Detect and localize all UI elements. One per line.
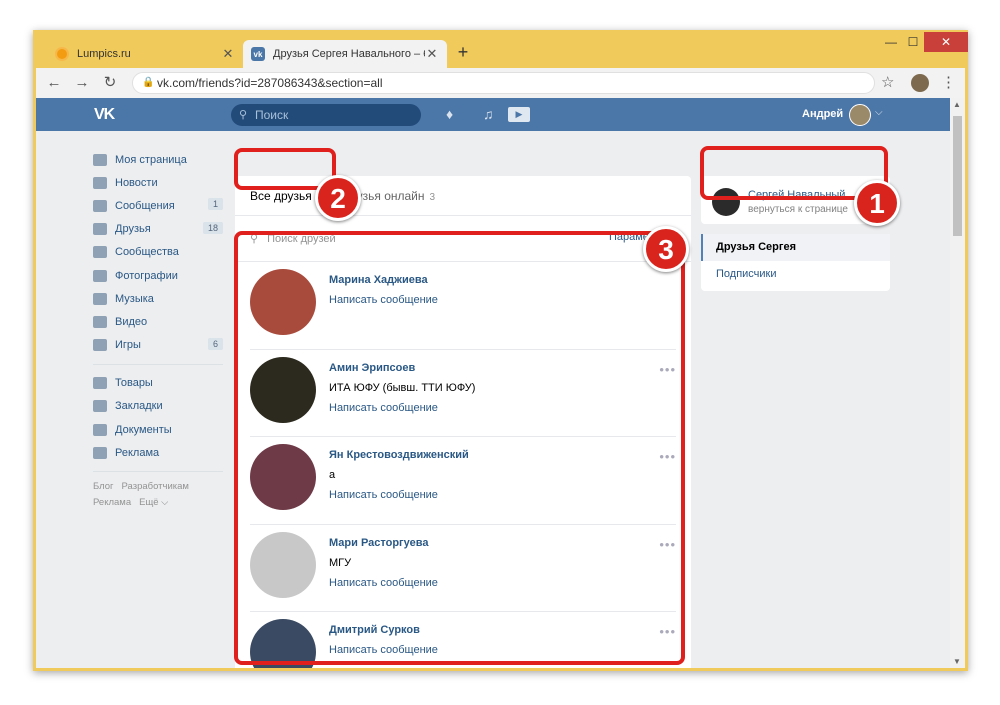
lumpics-favicon-icon [55,47,69,61]
browser-toolbar: ← → ↻ 🔒 vk.com/friends?id=287086343&sect… [36,68,965,98]
annotation-number-1: 1 [854,180,900,226]
menu-item-documents[interactable]: Документы [93,418,223,441]
video-icon [93,315,107,328]
search-placeholder: Поиск [255,108,289,122]
menu-label: Товары [115,377,153,390]
vk-favicon-icon: vk [251,47,265,61]
tab-count: 3 [429,191,436,203]
maximize-button[interactable]: ☐ [902,32,924,52]
vk-search-input[interactable]: ⚲ Поиск [231,104,421,126]
menu-label: Закладки [115,400,163,413]
chevron-down-icon[interactable]: ⌵ [875,107,883,118]
tab-title: Lumpics.ru [77,48,131,60]
menu-label: Документы [115,423,172,436]
menu-item-groups[interactable]: Сообщества [93,241,223,264]
lock-icon: 🔒 [142,77,155,88]
shopping-bag-icon [93,377,107,390]
tab-close-icon[interactable]: ✕ [425,46,439,62]
annotation-box-3 [234,231,685,665]
menu-item-goods[interactable]: Товары [93,372,223,395]
news-icon [93,176,107,189]
menu-item-news[interactable]: Новости [93,171,223,194]
right-nav: Друзья Сергея Подписчики [701,234,890,291]
menu-item-my-page[interactable]: Моя страница [93,148,223,171]
menu-item-ads[interactable]: Реклама [93,441,223,464]
menu-item-photos[interactable]: Фотографии [93,264,223,287]
menu-item-bookmarks[interactable]: Закладки [93,395,223,418]
tab-label: Все друзья [250,188,312,203]
scroll-up-icon[interactable]: ▲ [953,100,961,109]
star-icon [93,400,107,413]
menu-divider [93,471,223,473]
tab-title: Друзья Сергея Навального – 60 [273,48,425,60]
tab-strip: Lumpics.ru ✕ vk Друзья Сергея Навального… [33,30,968,68]
document-icon [93,423,107,436]
header-user-name[interactable]: Андрей [802,108,843,120]
tab-close-icon[interactable]: ✕ [221,46,235,62]
music-note-icon[interactable]: ♫ [483,106,494,122]
address-bar[interactable]: 🔒 vk.com/friends?id=287086343&section=al… [132,72,875,94]
friends-badge: 18 [202,221,223,234]
bell-icon[interactable]: ♦ [446,106,453,122]
search-icon: ⚲ [239,109,248,121]
menu-footer: Блог Разработчикам Реклама Ещё ⌵ [93,479,223,511]
browser-tab-lumpics[interactable]: Lumpics.ru ✕ [47,40,243,68]
annotation-number-2: 2 [315,175,361,221]
games-badge: 6 [207,337,223,350]
scroll-down-icon[interactable]: ▼ [953,657,961,666]
gamepad-icon [93,339,107,352]
vk-header: VK ⚲ Поиск ♦ ♫ ▶ Андрей ⌵ [36,98,950,131]
nav-item-friends-of-sergey[interactable]: Друзья Сергея [701,234,890,261]
footer-link-developers[interactable]: Разработчикам [122,481,189,492]
browser-menu-icon[interactable]: ⋮ [941,73,956,91]
menu-label: Моя страница [115,153,187,166]
nav-item-subscribers[interactable]: Подписчики [701,261,890,288]
menu-item-games[interactable]: Игры 6 [93,334,223,357]
music-icon [93,292,107,305]
profile-avatar[interactable] [911,74,929,92]
menu-label: Музыка [115,292,154,305]
back-button[interactable]: ← [44,73,64,93]
reload-button[interactable]: ↻ [100,73,120,93]
messages-icon [93,199,107,212]
camera-icon [93,269,107,282]
menu-divider [93,363,223,365]
scrollbar-thumb[interactable] [953,116,962,236]
header-avatar[interactable] [849,104,871,126]
footer-link-ads[interactable]: Реклама [93,497,131,508]
menu-item-music[interactable]: Музыка [93,287,223,310]
back-to-page-link[interactable]: вернуться к странице [748,204,848,215]
menu-item-messages[interactable]: Сообщения 1 [93,194,223,217]
play-icon[interactable]: ▶ [508,107,530,122]
friends-icon [93,223,107,236]
close-window-button[interactable]: ✕ [924,32,968,52]
menu-item-friends[interactable]: Друзья 18 [93,218,223,241]
menu-label: Сообщества [115,246,179,259]
footer-link-more[interactable]: Ещё ⌵ [139,497,168,508]
menu-item-video[interactable]: Видео [93,310,223,333]
url-text: vk.com/friends?id=287086343&section=all [157,76,383,90]
megaphone-icon [93,446,107,459]
annotation-number-3: 3 [643,226,689,272]
home-icon [93,153,107,166]
menu-label: Видео [115,315,148,328]
vertical-scrollbar[interactable]: ▲ ▼ [950,98,965,668]
menu-label: Фотографии [115,269,178,282]
bookmark-star-icon[interactable]: ☆ [881,73,894,91]
left-menu: Моя страница Новости Сообщения 1 Друзья 18… [93,148,223,511]
menu-label: Новости [115,176,158,189]
menu-label: Игры [115,339,141,352]
menu-label: Реклама [115,446,160,459]
menu-label: Сообщения [115,199,175,212]
vk-logo[interactable]: VK [94,106,115,124]
new-tab-button[interactable]: + [453,42,473,63]
menu-label: Друзья [115,223,151,236]
forward-button[interactable]: → [72,73,92,93]
minimize-button[interactable]: — [880,32,902,52]
groups-icon [93,246,107,259]
browser-tab-vk-friends[interactable]: vk Друзья Сергея Навального – 60 ✕ [243,40,447,68]
footer-link-blog[interactable]: Блог [93,481,114,492]
messages-badge: 1 [207,198,223,211]
